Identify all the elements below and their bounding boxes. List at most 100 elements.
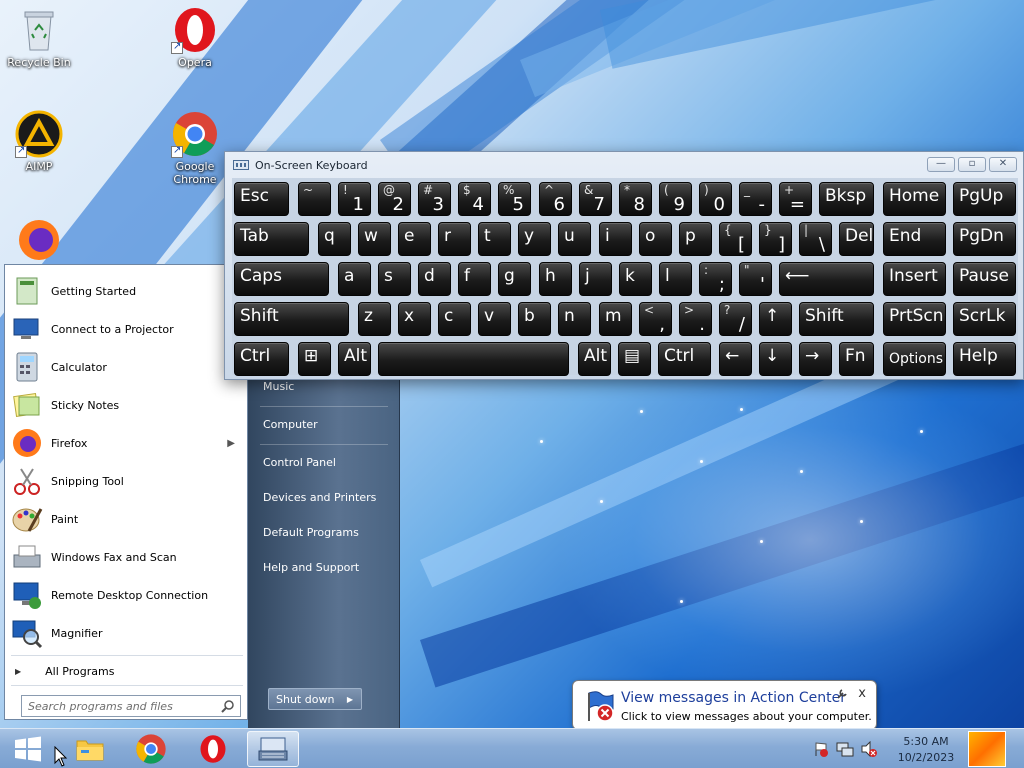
key-u[interactable]: u [558, 222, 591, 256]
key-home[interactable]: Home [883, 182, 946, 216]
notification-title[interactable]: View messages in Action Center [621, 690, 846, 706]
key-p[interactable]: p [679, 222, 712, 256]
key-m[interactable]: m [599, 302, 632, 336]
key-enter[interactable]: ⟵ [779, 262, 874, 296]
key-up[interactable]: ↑ [759, 302, 792, 336]
taskbar-file-explorer[interactable] [64, 731, 116, 767]
key-w[interactable]: w [358, 222, 391, 256]
key-k1[interactable]: ! 1 [338, 182, 371, 216]
key-n[interactable]: n [558, 302, 591, 336]
key-del[interactable]: Del [839, 222, 874, 256]
key-esc[interactable]: Esc [234, 182, 289, 216]
key-k[interactable]: k [619, 262, 652, 296]
desktop-icon-chrome[interactable]: Google Chrome [156, 110, 234, 186]
desktop-icon-firefox[interactable] [0, 214, 78, 264]
link-music[interactable]: Music [263, 380, 294, 393]
key-k4[interactable]: $4 [458, 182, 491, 216]
key-right[interactable]: → [799, 342, 832, 376]
key-shift[interactable]: Shift [234, 302, 349, 336]
search-input[interactable]: Search programs and files [21, 695, 241, 717]
program-snipping-tool[interactable]: Snipping Tool [11, 463, 243, 499]
taskbar-chrome[interactable] [125, 731, 177, 767]
key-y[interactable]: y [518, 222, 551, 256]
program-getting-started[interactable]: Getting Started [11, 273, 243, 309]
key-end[interactable]: End [883, 222, 946, 256]
link-computer[interactable]: Computer [263, 418, 318, 431]
key-rbr[interactable]: }] [759, 222, 792, 256]
key-slash[interactable]: ? / [719, 302, 752, 336]
key-quote[interactable]: " ' [739, 262, 772, 296]
key-c[interactable]: c [438, 302, 471, 336]
key-alt[interactable]: Alt [338, 342, 371, 376]
program-calculator[interactable]: Calculator [11, 349, 243, 385]
key-tilde[interactable]: ~ [298, 182, 331, 216]
close-button[interactable]: ✕ [989, 157, 1017, 172]
key-prtscn[interactable]: PrtScn [883, 302, 946, 336]
key-f[interactable]: f [458, 262, 491, 296]
key-bksp[interactable]: Bksp [819, 182, 874, 216]
link-control-panel[interactable]: Control Panel [263, 456, 336, 469]
key-q[interactable]: q [318, 222, 351, 256]
key-z[interactable]: z [358, 302, 391, 336]
key-t[interactable]: t [478, 222, 511, 256]
key-j[interactable]: j [579, 262, 612, 296]
taskbar-on-screen-keyboard[interactable] [247, 731, 299, 767]
key-k5[interactable]: % 5 [498, 182, 531, 216]
program-paint[interactable]: Paint [11, 501, 243, 537]
program-firefox[interactable]: Firefox ▶ [11, 425, 243, 461]
wrench-icon[interactable] [836, 688, 848, 700]
key-k3[interactable]: #3 [418, 182, 451, 216]
key-fn[interactable]: Fn [839, 342, 874, 376]
key-l[interactable]: l [659, 262, 692, 296]
link-default-programs[interactable]: Default Programs [263, 526, 359, 539]
program-sticky-notes[interactable]: Sticky Notes [11, 387, 243, 423]
tray-flag-icon[interactable] [813, 741, 829, 757]
key-g[interactable]: g [498, 262, 531, 296]
program-connect-projector[interactable]: Connect to a Projector [11, 311, 243, 347]
tray-volume-muted-icon[interactable] [860, 740, 878, 758]
key-bsl[interactable]: | \ [799, 222, 832, 256]
restore-button[interactable]: ▫ [958, 157, 986, 172]
program-fax-scan[interactable]: Windows Fax and Scan [11, 539, 243, 575]
key-i[interactable]: i [599, 222, 632, 256]
show-desktop-button[interactable] [968, 731, 1006, 767]
chevron-right-icon[interactable]: ▶ [347, 695, 353, 704]
key-a[interactable]: a [338, 262, 371, 296]
link-help-support[interactable]: Help and Support [263, 561, 359, 574]
key-k2[interactable]: @2 [378, 182, 411, 216]
key-ctrl[interactable]: Ctrl [234, 342, 289, 376]
key-ctrl-r[interactable]: Ctrl [658, 342, 711, 376]
key-lbr[interactable]: {[ [719, 222, 752, 256]
osk-titlebar[interactable]: On-Screen Keyboard [225, 152, 1023, 178]
key-pgup[interactable]: PgUp [953, 182, 1016, 216]
start-button[interactable] [2, 731, 54, 767]
program-remote-desktop[interactable]: Remote Desktop Connection [11, 577, 243, 613]
search-icon[interactable] [221, 699, 235, 713]
shutdown-button[interactable]: Shut down ▶ [268, 688, 362, 710]
key-minus[interactable]: _ - [739, 182, 772, 216]
program-magnifier[interactable]: Magnifier [11, 615, 243, 651]
key-caps[interactable]: Caps [234, 262, 329, 296]
key-options[interactable]: Options [883, 342, 946, 376]
key-insert[interactable]: Insert [883, 262, 946, 296]
key-period[interactable]: >. [679, 302, 712, 336]
taskbar-opera[interactable] [187, 731, 239, 767]
key-help[interactable]: Help [953, 342, 1016, 376]
key-x[interactable]: x [398, 302, 431, 336]
key-k0[interactable]: ) 0 [699, 182, 732, 216]
action-center-notification[interactable]: View messages in Action Center Click to … [572, 680, 877, 740]
key-v[interactable]: v [478, 302, 511, 336]
key-k6[interactable]: ^ 6 [539, 182, 572, 216]
link-devices-printers[interactable]: Devices and Printers [263, 491, 376, 504]
key-o[interactable]: o [639, 222, 672, 256]
key-alt-r[interactable]: Alt [578, 342, 611, 376]
key-k9[interactable]: (9 [659, 182, 692, 216]
desktop-icon-recycle-bin[interactable]: Recycle Bin [0, 6, 78, 69]
key-d[interactable]: d [418, 262, 451, 296]
key-k8[interactable]: * 8 [619, 182, 652, 216]
key-semi[interactable]: :; [699, 262, 732, 296]
key-s[interactable]: s [378, 262, 411, 296]
key-win[interactable]: ⊞ [298, 342, 331, 376]
key-left[interactable]: ← [719, 342, 752, 376]
key-b[interactable]: b [518, 302, 551, 336]
